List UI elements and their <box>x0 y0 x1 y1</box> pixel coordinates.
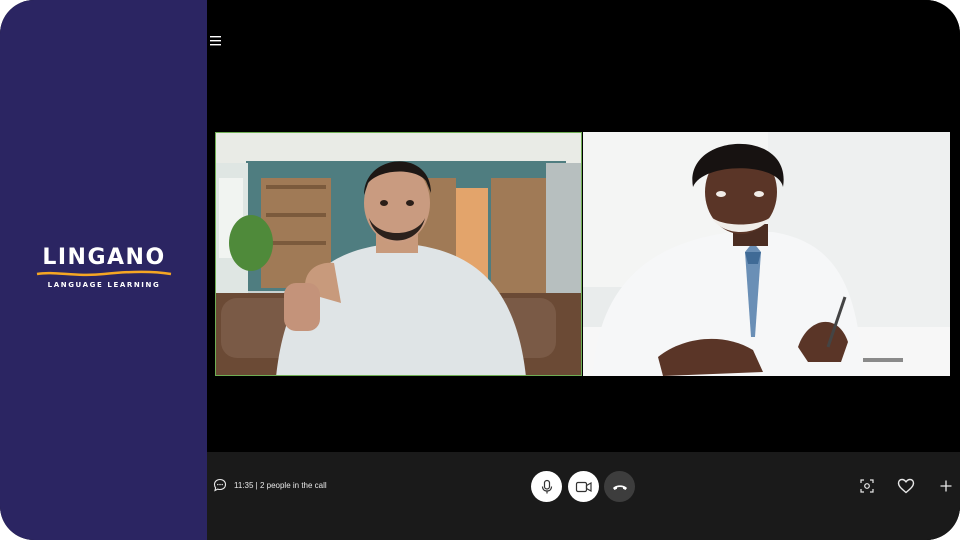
hamburger-menu-icon[interactable] <box>209 34 223 48</box>
sidebar: LINGANO LANGUAGE LEARNING <box>0 0 207 540</box>
video-camera-icon <box>575 481 592 492</box>
microphone-button[interactable] <box>531 471 562 502</box>
call-area: 11:35 | 2 people in the call <box>207 0 960 540</box>
participant-video-tile-1[interactable] <box>215 132 582 376</box>
chat-bubble-icon[interactable] <box>213 478 227 492</box>
microphone-icon <box>541 479 552 493</box>
logo-swoosh <box>36 270 172 277</box>
call-status-text: 11:35 | 2 people in the call <box>234 481 327 490</box>
hang-up-button[interactable] <box>604 471 635 502</box>
brand-logo: LINGANO LANGUAGE LEARNING <box>30 246 178 289</box>
brand-name: LINGANO <box>42 245 166 270</box>
participant-video-tile-2[interactable] <box>583 132 950 376</box>
brand-tagline: LANGUAGE LEARNING <box>47 281 161 289</box>
participant-video-1 <box>216 133 581 375</box>
camera-button[interactable] <box>568 471 599 502</box>
phone-hangup-icon <box>612 484 627 490</box>
app-window: LINGANO LANGUAGE LEARNING 11:35 | 2 peop… <box>0 0 960 540</box>
heart-icon[interactable] <box>897 478 915 494</box>
plus-icon[interactable] <box>938 478 954 494</box>
participant-video-2 <box>583 132 950 376</box>
focus-capture-icon[interactable] <box>859 478 875 494</box>
call-controls-bar: 11:35 | 2 people in the call <box>207 452 960 540</box>
